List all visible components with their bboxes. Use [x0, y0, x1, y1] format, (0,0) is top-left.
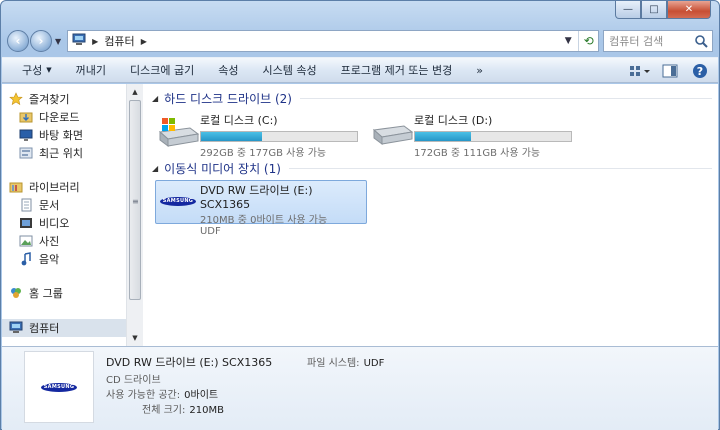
collapse-triangle-icon[interactable]: ◢ [152, 164, 158, 173]
sidebar-homegroup[interactable]: 홈 그룹 [8, 284, 63, 302]
drive-c[interactable]: 로컬 디스크 (C:) 292GB 중 177GB 사용 가능 [156, 112, 358, 159]
sidebar-item-documents[interactable]: 문서 [18, 196, 59, 214]
dvd-filesystem: UDF [199, 226, 221, 237]
explorer-window: — □ ✕ ‹ › ▼ ▶ 컴퓨터 ▶ ▼ ⟲ 컴퓨터 검색 구성 ▼ 꺼내기 디… [0, 0, 720, 430]
preview-pane-button[interactable] [658, 61, 682, 81]
more-commands-button[interactable]: » [464, 64, 495, 77]
drive-c-usage-bar [200, 131, 358, 142]
recent-pages-dropdown-icon[interactable]: ▼ [55, 37, 61, 46]
burn-to-disc-button[interactable]: 디스크에 굽기 [118, 62, 206, 78]
change-view-button[interactable] [628, 61, 652, 81]
navigation-pane: 즐겨찾기 다운로드 바탕 화면 최근 위치 라이브러리 문서 비디오 사진 음악… [2, 84, 126, 346]
sidebar-libraries[interactable]: 라이브러리 [8, 178, 80, 196]
help-button[interactable]: ? [688, 61, 712, 81]
system-properties-button[interactable]: 시스템 속성 [250, 62, 328, 78]
organize-button[interactable]: 구성 ▼ [10, 62, 64, 78]
search-icon[interactable] [694, 34, 708, 48]
drive-c-name: 로컬 디스크 (C:) [200, 114, 278, 127]
navigation-scrollbar[interactable]: ▲ ≡ ▼ [126, 84, 143, 346]
group-header-removable[interactable]: ◢ 이동식 미디어 장치 (1) [152, 160, 712, 177]
search-placeholder: 컴퓨터 검색 [609, 35, 664, 48]
dvd-name: DVD RW 드라이브 (E:) SCX1365 [199, 184, 313, 211]
sidebar-item-videos[interactable]: 비디오 [18, 214, 69, 232]
windows-drive-icon [156, 112, 200, 152]
group-header-hdd[interactable]: ◢ 하드 디스크 드라이브 (2) [152, 90, 712, 107]
chevron-down-icon: ▼ [46, 66, 52, 74]
content-area: 즐겨찾기 다운로드 바탕 화면 최근 위치 라이브러리 문서 비디오 사진 음악… [2, 84, 718, 346]
details-pane: SAMSUNG DVD RW 드라이브 (E:) SCX1365 CD 드라이브… [2, 346, 718, 430]
navigation-row: ‹ › ▼ ▶ 컴퓨터 ▶ ▼ ⟲ 컴퓨터 검색 [7, 27, 713, 55]
breadcrumb-arrow-icon[interactable]: ▶ [141, 37, 147, 46]
hard-drive-icon [370, 112, 414, 152]
caption-buttons: — □ ✕ [615, 1, 711, 19]
main-view: ◢ 하드 디스크 드라이브 (2) 로컬 디스크 (C:) 292GB 중 17… [148, 84, 718, 346]
samsung-logo-icon: SAMSUNG [41, 382, 77, 392]
properties-button[interactable]: 속성 [206, 62, 250, 78]
details-free-space: 사용 가능한 공간: 0바이트 [106, 390, 219, 401]
libraries-icon [8, 179, 24, 195]
scroll-thumb[interactable]: ≡ [129, 100, 141, 300]
maximize-button[interactable]: □ [641, 1, 667, 19]
homegroup-icon [8, 285, 24, 301]
scroll-down-icon[interactable]: ▼ [127, 330, 143, 346]
sidebar-item-recent[interactable]: 최근 위치 [18, 144, 83, 162]
pictures-icon [18, 233, 34, 249]
samsung-logo-icon: SAMSUNG [156, 181, 200, 221]
help-icon: ? [693, 64, 707, 78]
computer-icon [72, 33, 88, 50]
scroll-up-icon[interactable]: ▲ [127, 84, 143, 100]
sidebar-computer[interactable]: 컴퓨터 [2, 319, 126, 337]
refresh-icon[interactable]: ⟲ [578, 31, 598, 51]
drive-e-dvd[interactable]: SAMSUNG DVD RW 드라이브 (E:) SCX1365 210MB 중… [155, 180, 367, 237]
forward-button[interactable]: › [30, 30, 52, 52]
breadcrumb-arrow-icon[interactable]: ▶ [92, 37, 98, 46]
sidebar-item-desktop[interactable]: 바탕 화면 [18, 126, 83, 144]
minimize-button[interactable]: — [615, 1, 641, 19]
details-item-name: DVD RW 드라이브 (E:) SCX1365 [106, 356, 273, 369]
details-item-type: CD 드라이브 [106, 375, 161, 386]
drive-d-usage: 172GB 중 111GB 사용 가능 [414, 148, 541, 159]
collapse-triangle-icon[interactable]: ◢ [152, 94, 158, 103]
documents-icon [18, 197, 34, 213]
drive-d-usage-bar [414, 131, 572, 142]
details-total-size: 전체 크기: 210MB [142, 405, 224, 416]
videos-icon [18, 215, 34, 231]
drive-d[interactable]: 로컬 디스크 (D:) 172GB 중 111GB 사용 가능 [370, 112, 572, 159]
uninstall-program-button[interactable]: 프로그램 제거 또는 변경 [329, 62, 465, 78]
back-button[interactable]: ‹ [7, 30, 29, 52]
sidebar-item-music[interactable]: 음악 [18, 250, 59, 268]
computer-icon [8, 320, 24, 336]
address-history-dropdown-icon[interactable]: ▼ [558, 31, 578, 51]
desktop-icon [18, 127, 34, 143]
sidebar-item-downloads[interactable]: 다운로드 [18, 108, 79, 126]
drive-c-usage: 292GB 중 177GB 사용 가능 [200, 148, 327, 159]
search-input[interactable]: 컴퓨터 검색 [603, 30, 713, 52]
downloads-folder-icon [18, 109, 34, 125]
close-button[interactable]: ✕ [667, 1, 711, 19]
svg-text:?: ? [697, 65, 703, 78]
star-icon [8, 91, 24, 107]
command-bar: 구성 ▼ 꺼내기 디스크에 굽기 속성 시스템 속성 프로그램 제거 또는 변경 … [2, 57, 718, 83]
details-filesystem: 파일 시스템: UDF [307, 358, 385, 369]
sidebar-favorites[interactable]: 즐겨찾기 [8, 90, 69, 108]
recent-places-icon [18, 145, 34, 161]
view-icon [630, 66, 650, 76]
drive-d-name: 로컬 디스크 (D:) [414, 114, 493, 127]
music-icon [18, 251, 34, 267]
eject-button[interactable]: 꺼내기 [64, 62, 118, 78]
breadcrumb-computer[interactable]: 컴퓨터 [104, 33, 134, 49]
address-bar[interactable]: ▶ 컴퓨터 ▶ ▼ ⟲ [67, 30, 600, 52]
preview-pane-icon [662, 64, 678, 78]
dvd-usage: 210MB 중 0바이트 사용 가능 [199, 215, 328, 226]
sidebar-item-pictures[interactable]: 사진 [18, 232, 59, 250]
details-thumbnail: SAMSUNG [24, 351, 94, 423]
